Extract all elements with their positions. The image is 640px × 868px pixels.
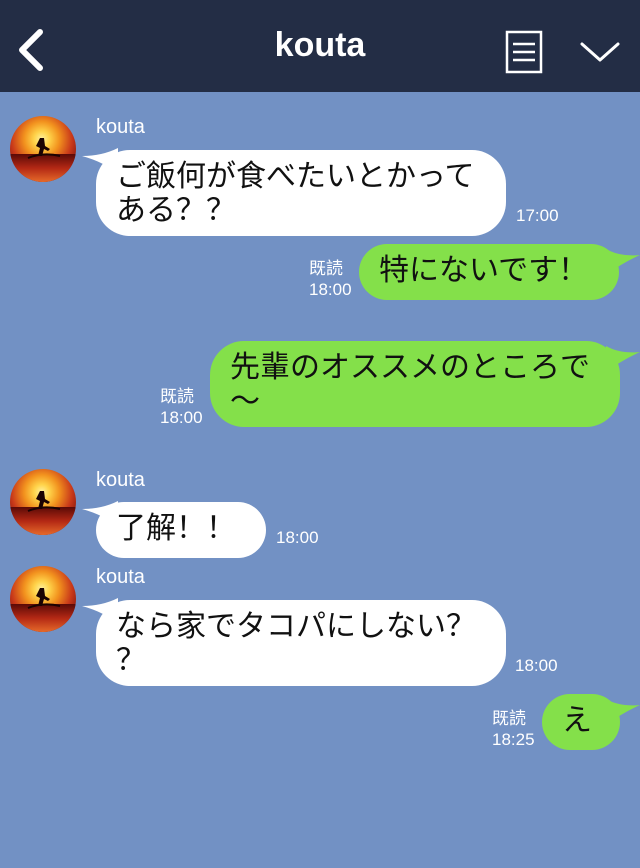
message-time: 18:00: [309, 280, 352, 299]
read-receipt: 既読: [492, 709, 526, 728]
incoming-message-bubble[interactable]: なら家でタコパにしない？ ？: [96, 600, 506, 686]
chevron-down-icon[interactable]: [578, 38, 622, 66]
message-line: 先輩のオススメのところで: [230, 350, 590, 385]
message-time: 18:00: [160, 408, 203, 427]
sender-name: kouta: [96, 116, 145, 138]
chat-title: kouta: [274, 26, 366, 64]
message-time: 18:00: [515, 656, 558, 675]
message-line: なら家でタコパにしない？: [116, 609, 476, 644]
incoming-message-bubble[interactable]: ご飯何が食べたいとかって ある？？: [96, 150, 506, 236]
message-line: ある？？: [116, 193, 236, 228]
avatar[interactable]: [10, 116, 76, 182]
message-text: 特にないです！: [379, 253, 589, 288]
incoming-message-bubble[interactable]: 了解！！: [96, 502, 266, 558]
message-text: 了解！！: [116, 511, 236, 546]
outgoing-message-bubble[interactable]: 特にないです！: [359, 244, 619, 300]
message-meta: 既読 18:00: [160, 386, 203, 428]
message-line: 〜: [230, 384, 260, 419]
message-time: 17:00: [516, 206, 559, 225]
chat-header: kouta: [0, 0, 640, 92]
message-meta: 既読 18:25: [492, 708, 535, 750]
read-receipt: 既読: [309, 259, 343, 278]
message-time: 18:25: [492, 730, 535, 749]
message-line: ご飯何が食べたいとかって: [116, 159, 475, 194]
surfer-silhouette-icon: [27, 588, 61, 609]
message-line: ？: [116, 643, 146, 678]
surfer-silhouette-icon: [27, 491, 61, 512]
read-receipt: 既読: [160, 387, 194, 406]
surfer-silhouette-icon: [27, 138, 61, 159]
avatar[interactable]: [10, 469, 76, 535]
sender-name: kouta: [96, 566, 145, 588]
outgoing-message-bubble[interactable]: え: [542, 694, 620, 750]
outgoing-message-bubble[interactable]: 先輩のオススメのところで 〜: [210, 341, 620, 427]
message-meta: 既読 18:00: [309, 258, 352, 300]
sender-name: kouta: [96, 469, 145, 491]
avatar[interactable]: [10, 566, 76, 632]
menu-list-icon[interactable]: [505, 30, 543, 74]
message-text: え: [562, 703, 592, 738]
message-time: 18:00: [276, 528, 319, 547]
